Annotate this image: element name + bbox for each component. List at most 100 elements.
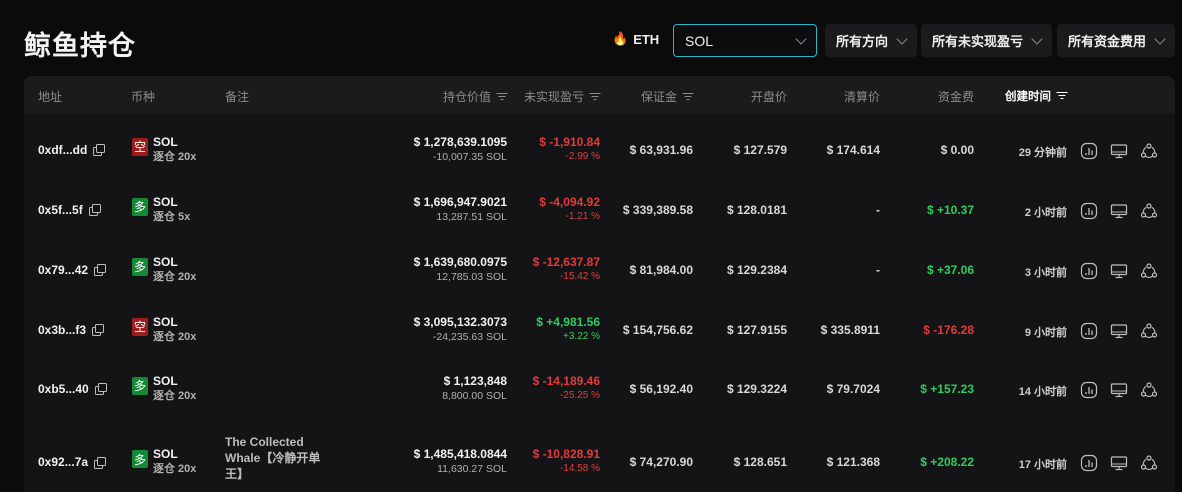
coin-name: SOL bbox=[153, 254, 178, 269]
monitor-icon[interactable] bbox=[1110, 262, 1128, 280]
chart-icon[interactable] bbox=[1080, 322, 1098, 340]
coin-name: SOL bbox=[153, 314, 178, 329]
eth-filter-chip[interactable]: 🔥 ETH bbox=[612, 31, 659, 47]
monitor-icon[interactable] bbox=[1110, 381, 1128, 399]
positions-table: 地址 币种 备注 持仓价值 未实现盈亏 保证金 开盘价 清算价 资金费 创建时间… bbox=[24, 76, 1175, 492]
funding-cell: $ +208.22 bbox=[920, 455, 974, 469]
col-value[interactable]: 持仓价值 bbox=[443, 88, 507, 105]
monitor-icon[interactable] bbox=[1110, 142, 1128, 160]
chevron-down-icon bbox=[896, 32, 908, 45]
monitor-icon[interactable] bbox=[1110, 202, 1128, 220]
copy-icon[interactable] bbox=[92, 324, 105, 336]
pnl-value: $ +4,981.56 bbox=[536, 314, 600, 329]
address-cell[interactable]: 0x5f...5f bbox=[38, 203, 101, 217]
position-value: $ 1,278,639.1095 bbox=[413, 134, 507, 149]
liq-price-cell: $ 79.7024 bbox=[826, 381, 880, 396]
pnl-percent: -15.42 % bbox=[559, 270, 600, 282]
created-time: 9 小时前 bbox=[1024, 326, 1067, 339]
row-actions bbox=[1080, 202, 1158, 220]
side-badge: 空 bbox=[132, 137, 148, 156]
note-cell: The Collected Whale【冷静开单王】 bbox=[225, 435, 321, 481]
address-cell[interactable]: 0x3b...f3 bbox=[38, 322, 105, 337]
address-cell[interactable]: 0x92...7a bbox=[38, 455, 107, 469]
open-price-cell: $ 129.2384 bbox=[726, 262, 787, 277]
address-cell[interactable]: 0x79...42 bbox=[38, 263, 107, 277]
address-cell[interactable]: 0xb5...40 bbox=[38, 382, 107, 396]
margin-cell: $ 81,984.00 bbox=[629, 262, 693, 277]
pnl-cell: $ -4,094.92 -1.21 % bbox=[539, 195, 600, 224]
pnl-value: $ -14,189.46 bbox=[532, 373, 600, 388]
position-value: $ 1,485,418.0844 bbox=[413, 447, 507, 461]
col-created[interactable]: 创建时间 bbox=[1005, 88, 1067, 104]
coin-cell: 多 SOL 逐仓 5x bbox=[132, 195, 190, 224]
margin-cell: $ 63,931.96 bbox=[629, 142, 693, 157]
table-header: 地址 币种 备注 持仓价值 未实现盈亏 保证金 开盘价 清算价 资金费 创建时间 bbox=[24, 76, 1175, 114]
coin-name: SOL bbox=[153, 373, 178, 388]
coin-name: SOL bbox=[153, 194, 178, 209]
liq-price-cell: $ 174.614 bbox=[826, 142, 880, 157]
col-margin[interactable]: 保证金 bbox=[641, 88, 693, 105]
position-value: $ 1,123,848 bbox=[443, 373, 507, 388]
col-pnl[interactable]: 未实现盈亏 bbox=[524, 88, 600, 105]
share-icon[interactable] bbox=[1140, 262, 1158, 280]
pnl-percent: -1.21 % bbox=[565, 210, 600, 222]
value-cell: $ 3,095,132.3073 -24,235.63 SOL bbox=[414, 315, 507, 344]
chart-icon[interactable] bbox=[1080, 142, 1098, 160]
copy-icon[interactable] bbox=[94, 264, 107, 276]
address-cell[interactable]: 0xdf...dd bbox=[38, 143, 106, 157]
leverage: 逐仓 20x bbox=[153, 150, 197, 163]
col-funding: 资金费 bbox=[937, 90, 974, 104]
leverage: 逐仓 20x bbox=[153, 270, 197, 283]
value-cell: $ 1,485,418.0844 11,630.27 SOL bbox=[414, 447, 507, 476]
liq-price-cell: $ 335.8911 bbox=[820, 322, 880, 337]
position-value: $ 1,696,947.9021 bbox=[413, 194, 507, 209]
share-icon[interactable] bbox=[1140, 322, 1158, 340]
funding-dropdown[interactable]: 所有资金费用 bbox=[1057, 24, 1176, 57]
position-size: -10,007.35 SOL bbox=[432, 150, 507, 163]
col-address: 地址 bbox=[38, 90, 63, 104]
open-price-cell: $ 127.579 bbox=[733, 142, 787, 157]
open-price-cell: $ 128.651 bbox=[733, 455, 787, 469]
side-badge: 多 bbox=[132, 257, 148, 276]
created-time: 17 小时前 bbox=[1018, 459, 1067, 471]
position-value: $ 1,639,680.0975 bbox=[413, 254, 507, 269]
share-icon[interactable] bbox=[1140, 202, 1158, 220]
address-text: 0x3b...f3 bbox=[38, 322, 87, 337]
chevron-down-icon bbox=[1031, 32, 1043, 45]
row-actions bbox=[1080, 262, 1158, 280]
funding-cell: $ +37.06 bbox=[926, 262, 974, 277]
pnl-dropdown[interactable]: 所有未实现盈亏 bbox=[921, 24, 1053, 57]
chart-icon[interactable] bbox=[1080, 202, 1098, 220]
copy-icon[interactable] bbox=[94, 383, 107, 395]
pnl-percent: -14.58 % bbox=[559, 463, 600, 474]
chart-icon[interactable] bbox=[1080, 381, 1098, 399]
monitor-icon[interactable] bbox=[1110, 454, 1128, 472]
created-time: 14 小时前 bbox=[1018, 385, 1067, 398]
margin-cell: $ 339,389.58 bbox=[622, 202, 693, 217]
row-actions bbox=[1080, 454, 1158, 472]
share-icon[interactable] bbox=[1140, 142, 1158, 160]
open-price-cell: $ 127.9155 bbox=[726, 322, 787, 337]
margin-cell: $ 56,192.40 bbox=[629, 381, 693, 396]
chart-icon[interactable] bbox=[1080, 262, 1098, 280]
copy-icon[interactable] bbox=[88, 204, 101, 216]
share-icon[interactable] bbox=[1140, 381, 1158, 399]
chart-icon[interactable] bbox=[1080, 454, 1098, 472]
share-icon[interactable] bbox=[1140, 454, 1158, 472]
monitor-icon[interactable] bbox=[1110, 322, 1128, 340]
filter-icon bbox=[589, 92, 600, 101]
copy-icon[interactable] bbox=[94, 456, 107, 469]
coin-cell: 多 SOL 逐仓 20x bbox=[132, 255, 196, 284]
copy-icon[interactable] bbox=[93, 144, 106, 156]
value-cell: $ 1,696,947.9021 13,287.51 SOL bbox=[414, 195, 507, 224]
coin-select[interactable] bbox=[673, 24, 817, 57]
coin-cell: 空 SOL 逐仓 20x bbox=[132, 315, 196, 344]
filter-icon bbox=[1056, 92, 1067, 100]
direction-dropdown[interactable]: 所有方向 bbox=[825, 24, 918, 57]
filter-icon bbox=[496, 92, 507, 101]
coin-input[interactable] bbox=[685, 32, 785, 49]
coin-name: SOL bbox=[153, 134, 178, 149]
leverage: 逐仓 20x bbox=[153, 463, 197, 475]
pnl-percent: +3.22 % bbox=[563, 330, 600, 342]
pnl-percent: -2.99 % bbox=[565, 150, 600, 162]
